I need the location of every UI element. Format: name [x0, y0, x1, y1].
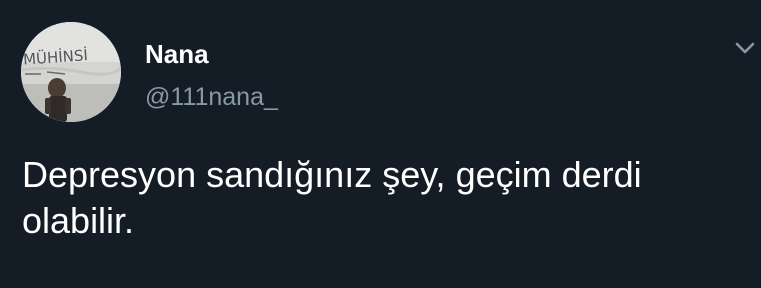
display-name[interactable]: Nana [145, 40, 209, 68]
avatar[interactable]: MÜHİNSİ [21, 22, 121, 122]
tweet-card: MÜHİNSİ Nana @111nana_ Depresyon sandığı… [0, 0, 761, 288]
user-handle[interactable]: @111nana_ [145, 83, 278, 111]
tweet-text: Depresyon sandığınız şey, geçim derdi ol… [22, 154, 642, 241]
avatar-photo: MÜHİNSİ [21, 22, 121, 122]
chevron-down-icon[interactable] [732, 38, 758, 58]
